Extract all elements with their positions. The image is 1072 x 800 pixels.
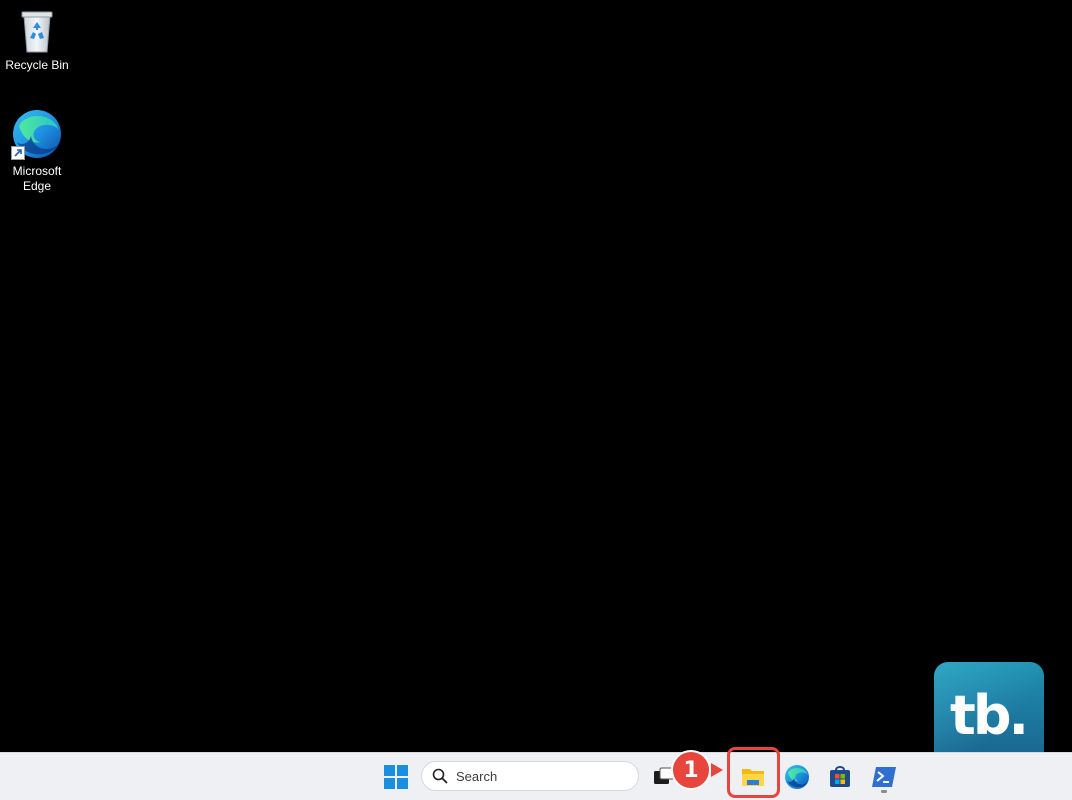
search-placeholder: Search bbox=[456, 768, 498, 784]
annotation-step-badge: 1 bbox=[671, 750, 711, 790]
store-icon bbox=[830, 766, 850, 787]
search-icon bbox=[432, 768, 448, 784]
running-indicator bbox=[881, 790, 887, 793]
recycle-bin-icon bbox=[21, 11, 53, 53]
taskbar: Search bbox=[0, 752, 1072, 800]
desktop-icon-label: Recycle Bin bbox=[5, 58, 69, 72]
logo-text: tb. bbox=[950, 684, 1029, 747]
microsoft-store-button[interactable] bbox=[822, 759, 858, 795]
desktop: Recycle Bin Microsoft Edge tb. Search 1 bbox=[0, 0, 1072, 800]
annotation-highlight bbox=[727, 747, 780, 798]
taskbar-edge-button[interactable] bbox=[779, 759, 815, 795]
terminal-icon bbox=[872, 767, 896, 787]
start-button[interactable] bbox=[378, 759, 414, 795]
taskbar-search[interactable]: Search bbox=[421, 761, 639, 791]
shortcut-arrow-icon bbox=[11, 146, 25, 160]
windows-start-icon bbox=[384, 765, 408, 789]
terminal-button[interactable] bbox=[866, 759, 902, 795]
desktop-icon-recycle-bin[interactable]: Recycle Bin bbox=[1, 8, 73, 73]
desktop-icon-microsoft-edge[interactable]: Microsoft Edge bbox=[1, 108, 73, 194]
desktop-icon-label: Microsoft Edge bbox=[12, 164, 62, 193]
edge-shortcut bbox=[11, 108, 63, 160]
edge-icon bbox=[785, 765, 809, 789]
annotation-arrow bbox=[711, 763, 723, 777]
